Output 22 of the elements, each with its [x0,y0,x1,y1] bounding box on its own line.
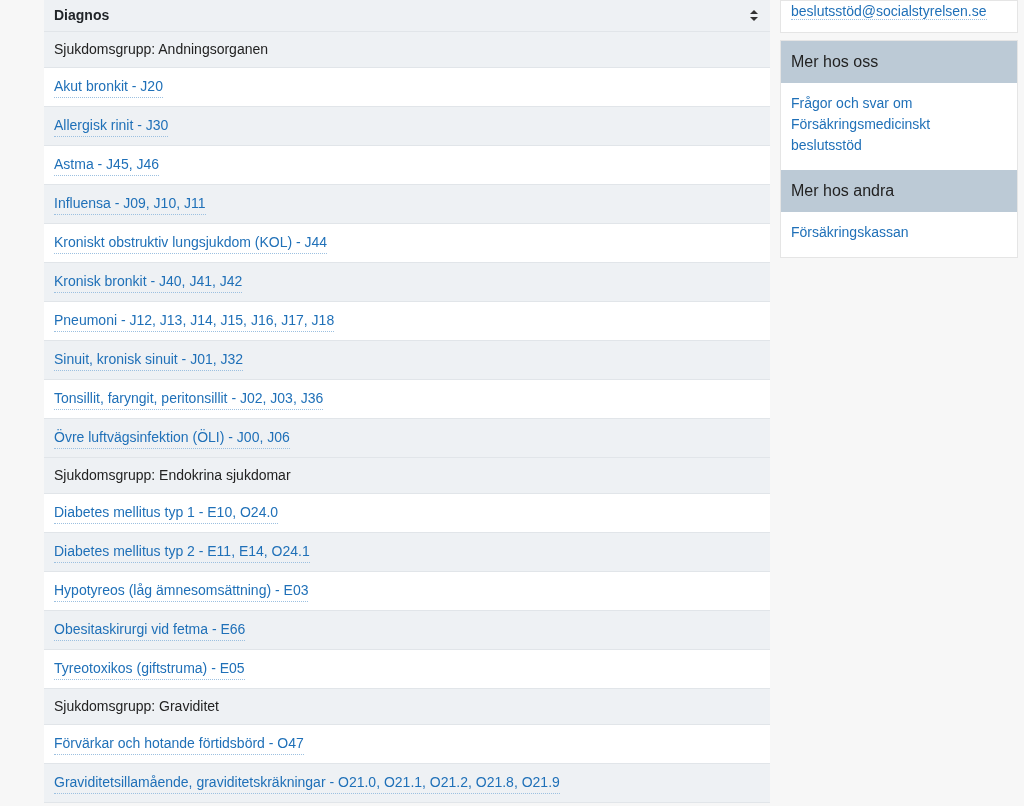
group-heading: Sjukdomsgrupp: Andningsorganen [54,40,269,59]
sort-icon[interactable] [750,10,758,21]
diagnosis-link[interactable]: Obesitaskirurgi vid fetma - E66 [54,619,246,641]
diagnosis-link[interactable]: Influensa - J09, J10, J11 [54,193,206,215]
diagnosis-link[interactable]: Astma - J45, J46 [54,154,160,176]
diagnosis-link[interactable]: Tyreotoxikos (giftstruma) - E05 [54,658,245,680]
group-heading: Sjukdomsgrupp: Endokrina sjukdomar [54,466,291,485]
diagnosis-link[interactable]: Övre luftvägsinfektion (ÖLI) - J00, J06 [54,427,290,449]
sidebar-link[interactable]: Försäkringskassan [791,222,909,243]
section-heading: Mer hos oss [791,52,879,72]
diagnosis-link[interactable]: Diabetes mellitus typ 1 - E10, O24.0 [54,502,279,524]
diagnosis-link[interactable]: Kronisk bronkit - J40, J41, J42 [54,271,243,293]
diagnosis-link[interactable]: Allergisk rinit - J30 [54,115,169,137]
diagnosis-link[interactable]: Akut bronkit - J20 [54,76,163,98]
diagnosis-link[interactable]: Diabetes mellitus typ 2 - E11, E14, O24.1 [54,541,310,563]
column-heading: Diagnos [54,6,110,25]
diagnosis-link[interactable]: Hypotyreos (låg ämnesomsättning) - E03 [54,580,309,602]
section-heading: Mer hos andra [791,181,895,201]
diagnosis-link[interactable]: Sinuit, kronisk sinuit - J01, J32 [54,349,244,371]
diagnosis-link[interactable]: Förvärkar och hotande förtidsbörd - O47 [54,733,304,755]
group-heading: Sjukdomsgrupp: Graviditet [54,697,219,716]
sidebar-link[interactable]: Frågor och svar om Försäkringsmedicinskt beslutsstöd [791,93,941,156]
